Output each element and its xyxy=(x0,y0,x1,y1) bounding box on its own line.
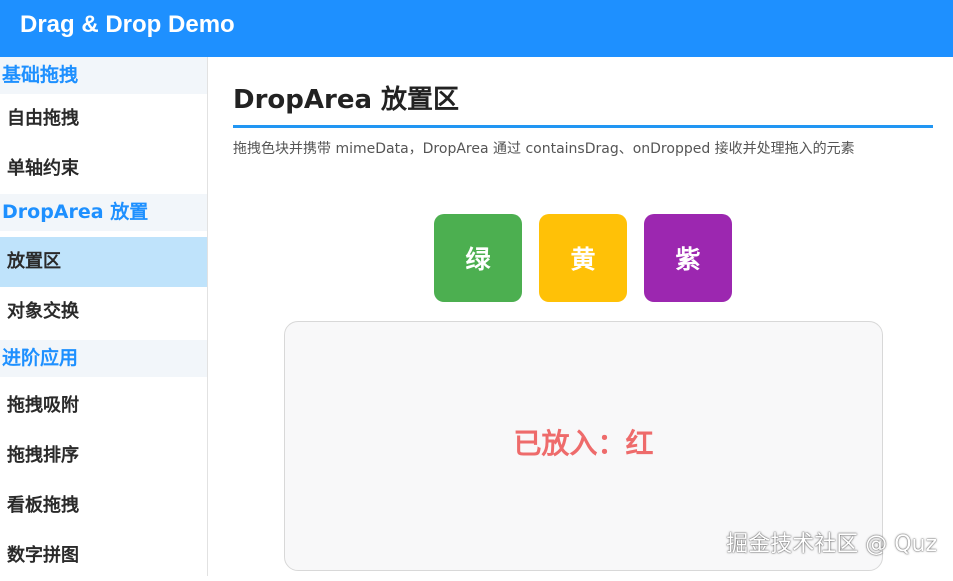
drag-block-yellow[interactable]: 黄 xyxy=(539,214,627,302)
app-header: Drag & Drop Demo xyxy=(0,0,953,57)
sidebar: 基础拖拽 自由拖拽 单轴约束 DropArea 放置 放置区 对象交换 进阶应用… xyxy=(0,57,208,576)
page-description: 拖拽色块并携带 mimeData，DropArea 通过 containsDra… xyxy=(233,141,855,157)
sidebar-item-axis-constraint[interactable]: 单轴约束 xyxy=(0,144,207,194)
sidebar-item-sort-drag[interactable]: 拖拽排序 xyxy=(0,431,207,481)
watermark: 掘金技术社区 @ Quz xyxy=(726,532,937,557)
sidebar-section-advanced: 进阶应用 xyxy=(0,340,207,377)
sidebar-section-droparea: DropArea 放置 xyxy=(0,194,207,231)
sidebar-item-number-puzzle[interactable]: 数字拼图 xyxy=(0,531,207,581)
sidebar-section-basic: 基础拖拽 xyxy=(0,57,207,94)
page-title: DropArea 放置区 xyxy=(233,85,460,115)
drag-block-purple[interactable]: 紫 xyxy=(644,214,732,302)
sidebar-item-drop-zone[interactable]: 放置区 xyxy=(0,237,207,287)
sidebar-item-object-swap[interactable]: 对象交换 xyxy=(0,287,207,337)
sidebar-item-snap-drag[interactable]: 拖拽吸附 xyxy=(0,381,207,431)
drop-status-text: 已放入：红 xyxy=(513,427,654,460)
sidebar-item-kanban-drag[interactable]: 看板拖拽 xyxy=(0,481,207,531)
sidebar-item-free-drag[interactable]: 自由拖拽 xyxy=(0,94,207,144)
drag-block-green[interactable]: 绿 xyxy=(434,214,522,302)
main-content: DropArea 放置区 拖拽色块并携带 mimeData，DropArea 通… xyxy=(208,57,953,576)
title-underline xyxy=(233,125,933,128)
app-title: Drag & Drop Demo xyxy=(20,11,235,38)
